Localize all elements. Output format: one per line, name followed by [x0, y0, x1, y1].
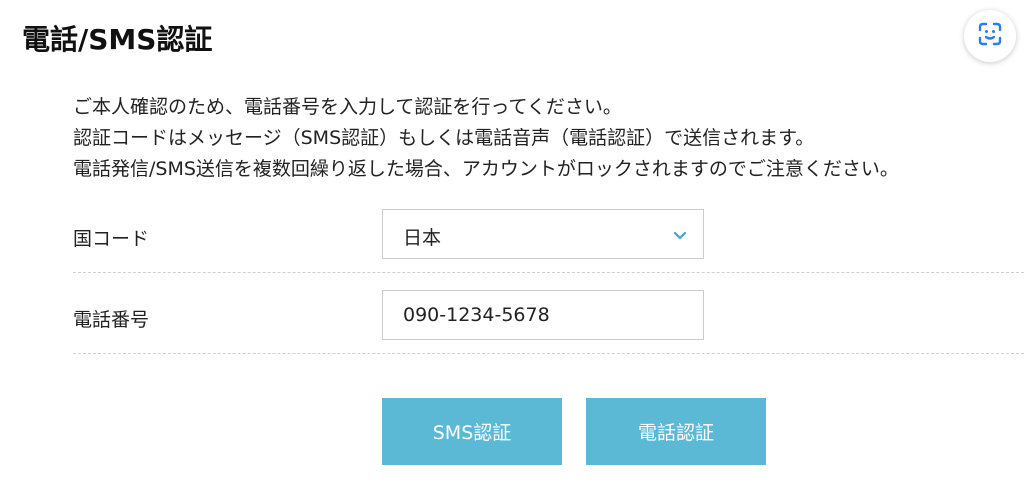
instructions: ご本人確認のため、電話番号を入力して認証を行ってください。 認証コードはメッセー… [73, 92, 899, 185]
instruction-line: 電話発信/SMS送信を複数回繰り返した場合、アカウントがロックされますのでご注意… [73, 158, 899, 180]
row-divider [73, 353, 1024, 354]
chevron-down-icon [671, 226, 689, 244]
instruction-line: 認証コードはメッセージ（SMS認証）もしくは電話音声（電話認証）で送信されます。 [73, 127, 815, 149]
live-text-button[interactable] [964, 10, 1016, 62]
sms-verification-page: 電話/SMS認証 ご本人確認のため、電話番号を入力して認証を行ってください。 認… [0, 0, 1024, 483]
scan-text-icon [977, 21, 1003, 51]
page-title: 電話/SMS認証 [22, 23, 213, 56]
country-code-select[interactable]: 日本 [382, 209, 704, 259]
sms-verify-button[interactable]: SMS認証 [382, 398, 562, 465]
phone-number-label: 電話番号 [73, 309, 150, 331]
row-divider [73, 272, 1024, 273]
instruction-line: ご本人確認のため、電話番号を入力して認証を行ってください。 [73, 96, 622, 118]
country-code-value: 日本 [403, 227, 442, 249]
call-verify-button[interactable]: 電話認証 [586, 398, 766, 465]
phone-number-input[interactable] [382, 290, 704, 340]
country-code-label: 国コード [73, 228, 150, 250]
